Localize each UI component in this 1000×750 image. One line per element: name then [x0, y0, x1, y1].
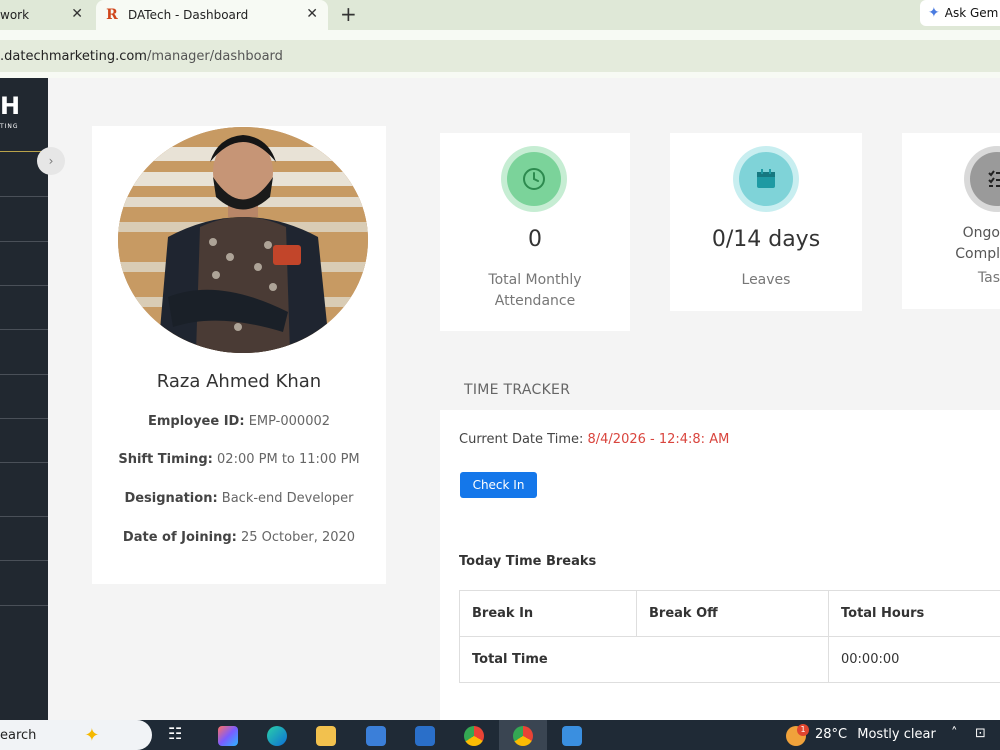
photos-icon[interactable] — [562, 726, 582, 746]
chrome-profile-icon[interactable] — [513, 726, 533, 746]
sidebar-item[interactable] — [0, 462, 48, 463]
sidebar-toggle-button[interactable]: › — [37, 147, 65, 175]
notification-badge: 1 — [797, 724, 809, 736]
shift-timing-label: Shift Timing: — [118, 452, 213, 467]
designation-row: Designation: Back-end Developer — [92, 491, 386, 506]
sidebar-item[interactable] — [0, 516, 48, 517]
task-list-icon — [970, 152, 1000, 206]
column-header-break-in: Break In — [459, 590, 637, 637]
profile-photo — [118, 127, 368, 353]
tasks-card: Ongo Compl Tas — [902, 133, 1000, 309]
tab-label: DATech - Dashboard — [128, 8, 249, 22]
weather-text[interactable]: 28°C Mostly clear — [815, 727, 936, 742]
clock-icon — [507, 152, 561, 206]
edge-icon[interactable] — [267, 726, 287, 746]
logo: H — [0, 92, 21, 120]
time-breaks-table: Break In Break Off Total Hours Total Tim… — [459, 590, 1000, 683]
table-header-row: Break In Break Off Total Hours — [459, 590, 1000, 637]
leaves-label: Leaves — [741, 272, 791, 288]
taskbar-search[interactable]: earch ✦ — [0, 720, 152, 750]
attendance-label-1: Total Monthly — [488, 272, 582, 288]
sidebar-item[interactable] — [0, 560, 48, 561]
employee-id-value: EMP-000002 — [248, 414, 331, 429]
employee-id-row: Employee ID: EMP-000002 — [92, 414, 386, 429]
close-icon[interactable]: ✕ — [306, 6, 318, 22]
employee-name: Raza Ahmed Khan — [156, 371, 322, 392]
shift-timing-value: 02:00 PM to 11:00 PM — [217, 452, 360, 467]
sidebar: H TING — [0, 78, 48, 720]
address-bar-area: .datechmarketing.com/manager/dashboard — [0, 30, 1000, 78]
tab-work[interactable]: work ✕ — [0, 0, 93, 30]
chrome-icon[interactable] — [464, 726, 484, 746]
leaves-card: 0/14 days Leaves — [670, 133, 862, 311]
close-icon[interactable]: ✕ — [71, 6, 83, 22]
joining-date-value: 25 October, 2020 — [241, 530, 356, 545]
chevron-up-icon[interactable]: ˄ — [951, 726, 958, 741]
tab-label: work — [0, 8, 30, 22]
attendance-icon-ring — [501, 146, 567, 212]
current-date-time-value: 8/4/2026 - 12:4:8: AM — [587, 432, 730, 447]
tasks-label-2: Compl — [955, 246, 1000, 262]
url-path: /manager/dashboard — [146, 48, 283, 64]
sidebar-item[interactable] — [0, 418, 48, 419]
time-breaks-title: Today Time Breaks — [459, 554, 597, 569]
tasks-icon-ring — [964, 146, 1000, 212]
table-row: Total Time 00:00:00 — [459, 636, 1000, 683]
sidebar-item[interactable] — [0, 605, 48, 606]
datech-favicon-icon: R — [106, 7, 118, 23]
network-icon[interactable]: ⊡ — [975, 726, 986, 741]
gemini-sparkle-icon: ✦ — [928, 5, 940, 21]
designation-label: Designation: — [124, 491, 218, 506]
temperature: 28°C — [815, 727, 848, 742]
browser-tab-bar: work ✕ R DATech - Dashboard ✕ + ✦ Ask Ge… — [0, 0, 1000, 30]
file-explorer-icon[interactable] — [316, 726, 336, 746]
current-date-time-label: Current Date Time: — [459, 432, 584, 447]
shift-timing-row: Shift Timing: 02:00 PM to 11:00 PM — [92, 452, 386, 467]
search-label: earch — [0, 727, 37, 743]
sidebar-item[interactable] — [0, 285, 48, 286]
time-tracker-title: TIME TRACKER — [464, 382, 571, 398]
outlook-icon[interactable] — [415, 726, 435, 746]
copilot-sparkle-icon: ✦ — [84, 724, 100, 746]
sidebar-item[interactable] — [0, 329, 48, 330]
calendar-icon — [739, 152, 793, 206]
url-input[interactable]: .datechmarketing.com/manager/dashboard — [0, 40, 1000, 72]
gemini-label: Ask Gem — [944, 6, 999, 20]
chevron-right-icon: › — [48, 154, 54, 168]
ask-gemini-button[interactable]: ✦ Ask Gem — [920, 0, 1000, 26]
profile-card: Raza Ahmed Khan Employee ID: EMP-000002 … — [92, 126, 386, 584]
employee-id-label: Employee ID: — [147, 414, 245, 429]
attendance-value: 0 — [528, 227, 542, 252]
leaves-value: 0/14 days — [711, 227, 821, 252]
leaves-icon-ring — [733, 146, 799, 212]
total-time-label: Total Time — [459, 636, 829, 683]
logo-subtitle: TING — [0, 123, 19, 130]
attendance-label-2: Attendance — [494, 293, 576, 309]
sidebar-item[interactable] — [0, 196, 48, 197]
joining-date-label: Date of Joining: — [122, 530, 237, 545]
copilot-icon[interactable] — [218, 726, 238, 746]
check-in-button[interactable]: Check In — [460, 472, 537, 498]
current-date-time: Current Date Time: 8/4/2026 - 12:4:8: AM — [459, 432, 729, 447]
joining-date-row: Date of Joining: 25 October, 2020 — [92, 530, 386, 545]
attendance-card: 0 Total Monthly Attendance — [440, 133, 630, 331]
windows-taskbar: earch ✦ ☷ 1 28°C Mostly clear ˄ ⊡ — [0, 720, 1000, 750]
task-view-icon[interactable]: ☷ — [168, 724, 188, 744]
store-icon[interactable] — [366, 726, 386, 746]
url-host: .datechmarketing.com — [0, 48, 147, 64]
weather-condition: Mostly clear — [857, 727, 936, 742]
tasks-label-3: Tas — [977, 270, 1000, 286]
total-time-value: 00:00:00 — [828, 636, 1000, 683]
new-tab-button[interactable]: + — [340, 2, 357, 26]
avatar — [118, 127, 368, 353]
column-header-break-off: Break Off — [636, 590, 829, 637]
sidebar-item[interactable] — [0, 374, 48, 375]
column-header-total-hours: Total Hours — [828, 590, 1000, 637]
tasks-label-1: Ongo — [962, 225, 1000, 241]
sidebar-item[interactable] — [0, 241, 48, 242]
tab-datech-dashboard[interactable]: R DATech - Dashboard ✕ — [96, 0, 328, 30]
designation-value: Back-end Developer — [221, 491, 354, 506]
